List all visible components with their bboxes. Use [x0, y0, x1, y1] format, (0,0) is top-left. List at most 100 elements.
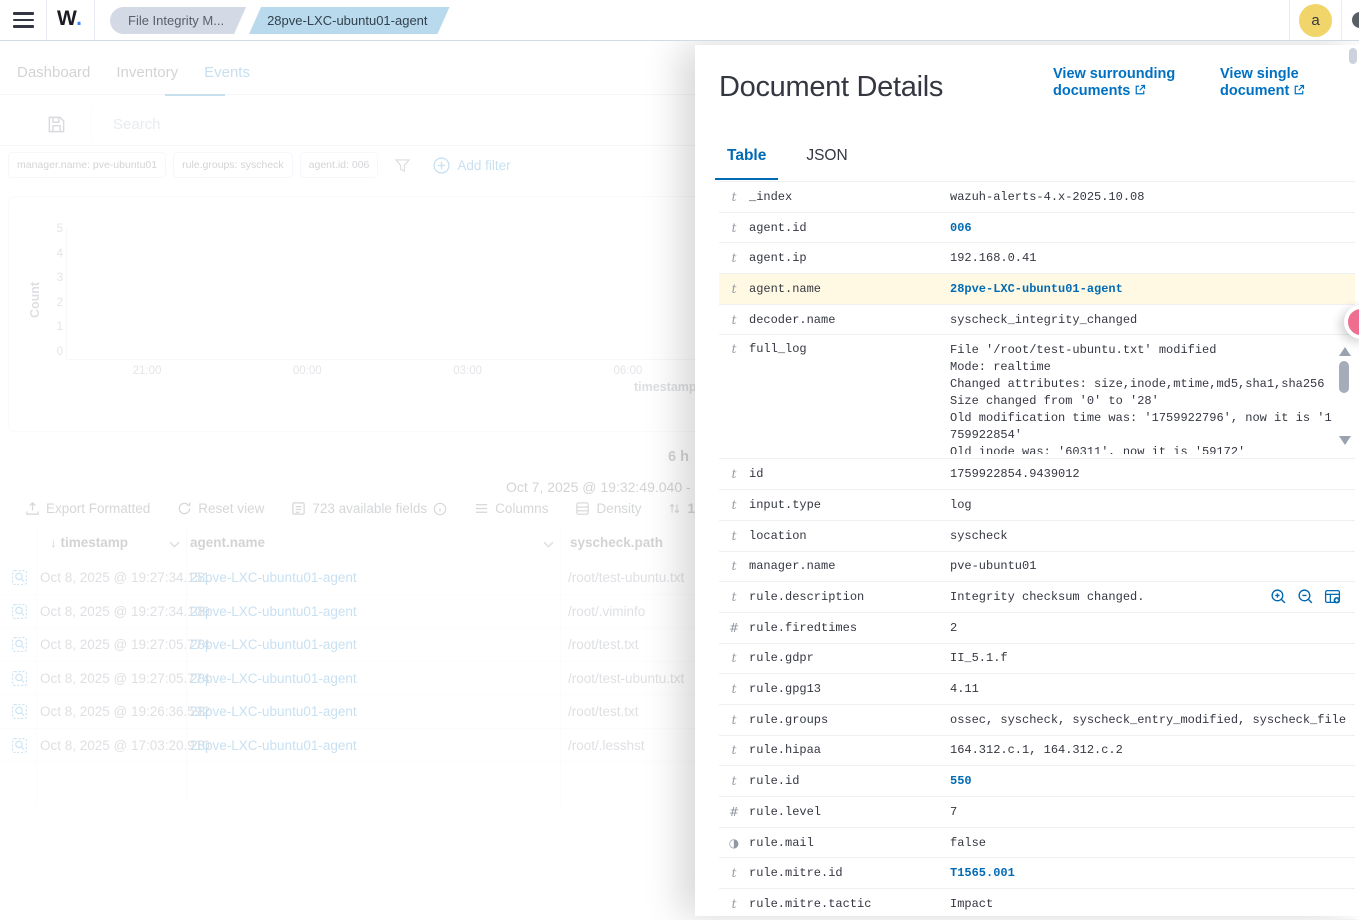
field-type-icon: t [725, 559, 743, 573]
field-value: II_5.1.f [950, 651, 1008, 665]
field-value: 550 [950, 774, 972, 788]
field-row: t decoder.name syscheck_integrity_change… [719, 305, 1355, 336]
field-row: t input.type log [719, 490, 1355, 521]
field-name: rule.id [749, 774, 950, 788]
field-type-icon: t [725, 190, 743, 204]
scroll-up-arrow[interactable] [1339, 347, 1351, 356]
field-type-icon: t [725, 221, 743, 235]
field-type-icon: t [725, 682, 743, 696]
field-type-icon: t [725, 313, 743, 327]
field-name: input.type [749, 498, 950, 512]
field-value: 006 [950, 221, 972, 235]
field-row: t rule.groups ossec, syscheck, syscheck_… [719, 705, 1355, 736]
avatar[interactable]: a [1299, 4, 1332, 37]
flyout-scrollbar-thumb[interactable] [1349, 48, 1357, 64]
field-value: File '/root/test-ubuntu.txt' modified Mo… [950, 342, 1334, 454]
flyout-title: Document Details [719, 71, 943, 104]
filter-for-value-icon[interactable] [1270, 588, 1287, 605]
field-value: Integrity checksum changed. [950, 590, 1144, 604]
field-type-icon: t [725, 651, 743, 665]
field-name: rule.hipaa [749, 743, 950, 757]
full-log-scrollbar [1337, 335, 1351, 458]
field-row: t full_log File '/root/test-ubuntu.txt' … [719, 335, 1355, 459]
filter-out-value-icon[interactable] [1297, 588, 1314, 605]
field-name: rule.level [749, 805, 950, 819]
field-name: rule.gpg13 [749, 682, 950, 696]
field-value: wazuh-alerts-4.x-2025.10.08 [950, 190, 1144, 204]
field-row: t manager.name pve-ubuntu01 [719, 552, 1355, 583]
field-name: manager.name [749, 559, 950, 573]
document-field-table: t _index wazuh-alerts-4.x-2025.10.08 [719, 181, 1355, 920]
field-name: rule.gdpr [749, 651, 950, 665]
field-name: _index [749, 190, 950, 204]
navbar-divider [1341, 0, 1342, 40]
field-type-icon: # [725, 805, 743, 819]
navbar-divider [94, 0, 95, 40]
field-value: 164.312.c.1, 164.312.c.2 [950, 743, 1123, 757]
field-type-icon: t [725, 897, 743, 911]
flyout-tab[interactable]: JSON [794, 147, 859, 180]
field-type-icon: # [725, 621, 743, 635]
navbar-divider [46, 0, 47, 40]
flyout-tabs: Table JSON [715, 147, 860, 180]
field-value: syscheck_integrity_changed [950, 313, 1137, 327]
field-row: t rule.mitre.id T1565.001 [719, 858, 1355, 889]
menu-icon[interactable] [13, 12, 34, 28]
field-value: 2 [950, 621, 957, 635]
field-value: Impact [950, 897, 993, 911]
field-type-icon: t [725, 342, 743, 356]
field-type-icon: t [725, 743, 743, 757]
wazuh-logo[interactable]: W. [57, 7, 83, 31]
document-details-flyout: Document Details View surrounding docume… [695, 45, 1359, 916]
field-name: id [749, 467, 950, 481]
flyout-action-link[interactable]: View single document [1220, 66, 1359, 99]
field-type-icon: ◑ [725, 836, 743, 850]
field-name: rule.mail [749, 836, 950, 850]
field-name: rule.groups [749, 713, 950, 727]
field-name: rule.mitre.id [749, 866, 950, 880]
external-link-icon [1134, 84, 1146, 96]
field-name: agent.name [749, 282, 950, 296]
field-row: t rule.hipaa 164.312.c.1, 164.312.c.2 [719, 736, 1355, 767]
field-row: t rule.mitre.tactic Impact [719, 889, 1355, 920]
field-value: syscheck [950, 529, 1008, 543]
field-name: agent.ip [749, 251, 950, 265]
field-type-icon: t [725, 529, 743, 543]
field-row: t rule.gdpr II_5.1.f [719, 644, 1355, 675]
field-row: t agent.name 28pve-LXC-ubuntu01-agent [719, 274, 1355, 305]
field-value: false [950, 836, 986, 850]
field-row: t rule.id 550 [719, 766, 1355, 797]
field-value: T1565.001 [950, 866, 1015, 880]
field-type-icon: t [725, 866, 743, 880]
field-value: ossec, syscheck, syscheck_entry_modified… [950, 713, 1346, 727]
breadcrumb-label: File Integrity M... [128, 13, 224, 28]
flyout-action-link[interactable]: View surrounding documents [1053, 66, 1195, 99]
field-row: t _index wazuh-alerts-4.x-2025.10.08 [719, 182, 1355, 213]
field-row: t agent.ip 192.168.0.41 [719, 243, 1355, 274]
navbar-edge-icon[interactable] [1352, 12, 1359, 28]
field-name: rule.firedtimes [749, 621, 950, 635]
field-type-icon: t [725, 467, 743, 481]
field-row: t rule.description Integrity checksum ch… [719, 582, 1355, 613]
field-row: # rule.firedtimes 2 [719, 613, 1355, 644]
field-type-icon: t [725, 498, 743, 512]
scrollbar-thumb[interactable] [1339, 361, 1349, 393]
field-name: location [749, 529, 950, 543]
field-value: 192.168.0.41 [950, 251, 1036, 265]
external-link-icon [1293, 84, 1305, 96]
field-name: decoder.name [749, 313, 950, 327]
field-value: 28pve-LXC-ubuntu01-agent [950, 282, 1123, 296]
field-row: t location syscheck [719, 521, 1355, 552]
flyout-tab[interactable]: Table [715, 147, 778, 180]
field-value: 1759922854.9439012 [950, 467, 1080, 481]
field-value: 4.11 [950, 682, 979, 696]
toggle-column-icon[interactable] [1324, 588, 1341, 605]
field-name: rule.description [749, 590, 950, 604]
top-navbar: W. File Integrity M... 28pve-LXC-ubuntu01… [0, 0, 1359, 41]
navbar-divider [1289, 0, 1290, 40]
breadcrumb-label: 28pve-LXC-ubuntu01-agent [267, 13, 427, 28]
breadcrumb-pill[interactable]: File Integrity M... [110, 7, 246, 34]
scroll-down-arrow[interactable] [1339, 436, 1351, 445]
breadcrumb-pill[interactable]: 28pve-LXC-ubuntu01-agent [249, 7, 449, 34]
field-row: # rule.level 7 [719, 797, 1355, 828]
